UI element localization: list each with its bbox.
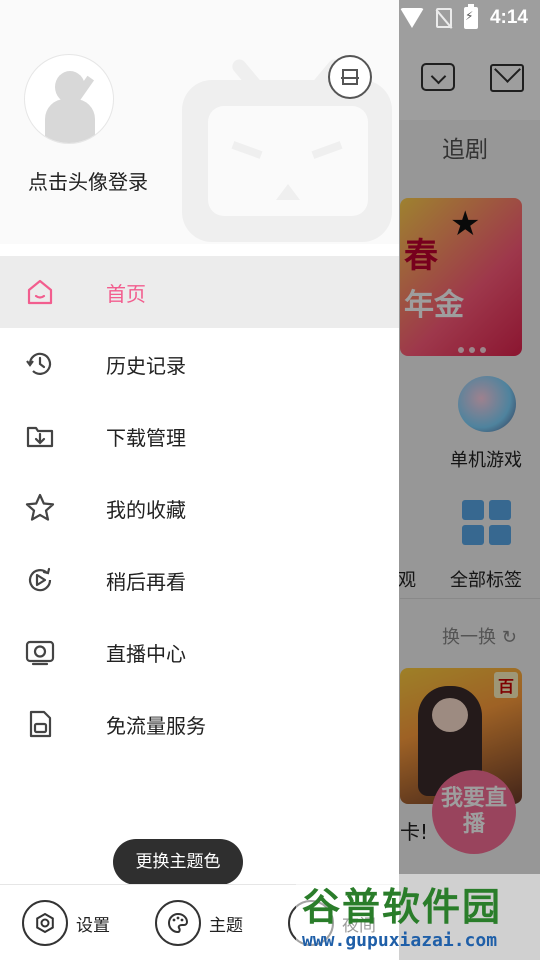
star-icon <box>25 493 55 521</box>
drawer-header: 点击头像登录 <box>0 0 399 244</box>
menu-label-watch-later: 稍后再看 <box>106 570 186 594</box>
free-data-icon <box>29 710 52 738</box>
history-icon <box>26 352 52 375</box>
menu-item-history[interactable]: 历史记录 <box>0 328 399 400</box>
menu-label-favorites: 我的收藏 <box>106 498 186 522</box>
menu-label-history: 历史记录 <box>106 354 186 378</box>
settings-button[interactable]: 设置 <box>22 900 110 946</box>
menu-item-live-center[interactable]: 直播中心 <box>0 616 399 688</box>
wifi-icon <box>399 8 424 28</box>
scan-icon <box>342 69 350 77</box>
watermark-url: www.gupuxiazai.com <box>302 930 498 951</box>
menu-label-free-data: 免流量服务 <box>106 714 206 738</box>
avatar[interactable] <box>24 54 114 144</box>
menu-label-downloads: 下载管理 <box>106 426 186 450</box>
settings-label: 设置 <box>76 915 110 936</box>
theme-tooltip: 更换主题色 <box>113 839 243 885</box>
drawer-menu: 首页 历史记录 下载管理 我的收藏 稍后再看 直播中心 免流量服务 <box>0 256 399 760</box>
theme-button[interactable]: 主题 <box>155 900 243 946</box>
menu-item-watch-later[interactable]: 稍后再看 <box>0 544 399 616</box>
menu-item-free-data[interactable]: 免流量服务 <box>0 688 399 760</box>
menu-label-live-center: 直播中心 <box>106 642 186 666</box>
watch-later-icon <box>28 567 52 592</box>
watermark-title: 谷普软件园 <box>302 885 503 929</box>
home-icon <box>27 279 53 305</box>
menu-label-home: 首页 <box>106 282 146 306</box>
scan-qr-button[interactable] <box>328 55 372 99</box>
palette-icon <box>155 900 201 946</box>
navigation-drawer: 点击头像登录 首页 历史记录 下载管理 我的收藏 稍后再看 直播中心 免流量服务… <box>0 0 399 960</box>
menu-item-downloads[interactable]: 下载管理 <box>0 400 399 472</box>
theme-label: 主题 <box>209 915 243 936</box>
status-time: 4:14 <box>489 7 528 28</box>
menu-item-home[interactable]: 首页 <box>0 256 399 328</box>
site-watermark: 谷普软件园 www.gupuxiazai.com <box>296 874 540 960</box>
no-sim-icon <box>435 8 452 28</box>
menu-item-favorites[interactable]: 我的收藏 <box>0 472 399 544</box>
login-prompt[interactable]: 点击头像登录 <box>28 166 148 195</box>
download-icon <box>26 426 54 448</box>
settings-gear-icon <box>22 900 68 946</box>
battery-charging-icon <box>463 4 478 29</box>
live-icon <box>25 640 55 666</box>
